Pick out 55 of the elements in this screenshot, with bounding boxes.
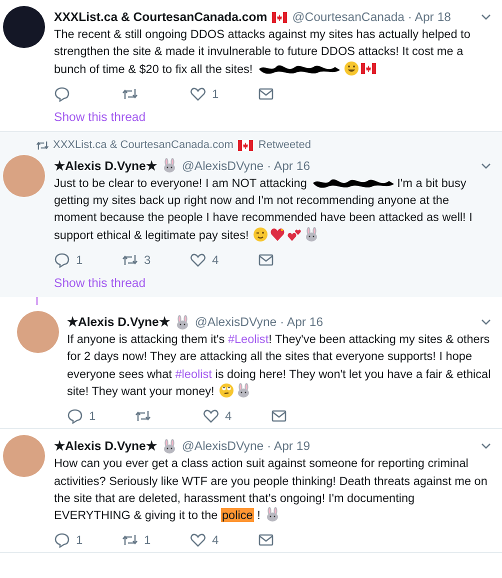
show-thread-link[interactable]: Show this thread [54, 276, 146, 290]
tweet-text: If anyone is attacking them it's #Leolist! They've been attacking my sites & others for 2 days now! They are attacking all the sites that everyone supports! I hope everyone sees what #leolist is doing here! They won't let you have a fair & ethical site! They want your money! [67, 331, 492, 400]
eye-roll-face-icon [218, 382, 234, 398]
handle-and-date: @AlexisDVyne · Apr 16 [182, 158, 310, 174]
reply-button[interactable]: 1 [54, 252, 122, 268]
hashtag-link[interactable]: #Leolist [228, 332, 269, 346]
like-button[interactable]: 4 [190, 532, 258, 548]
rabbit-icon [162, 438, 177, 454]
reply-button[interactable]: 1 [54, 532, 122, 548]
like-button[interactable]: 4 [203, 408, 271, 424]
display-name[interactable]: ★Alexis D.Vyne★ [54, 438, 157, 454]
tweet-text: How can you ever get a class action suit against someone for reporting criminal activities? Seriously like WTF are you people thinking! Death threats against me on the site that are deleted, harassment that's ongoing! I'm documenting EVERYTHING & giving it to the police ! [54, 455, 488, 524]
two-hearts-icon [287, 226, 302, 242]
heart-icon [203, 408, 219, 424]
reply-icon [67, 408, 83, 424]
show-thread-link[interactable]: Show this thread [54, 110, 146, 124]
tweet-text: Just to be clear to everyone! I am NOT attacking I'm a bit busy getting my sites back up right now and I'm not recommending anyone at the moment because the people I have recommended have been attacked as well! I support ethical & legitimate pay sites! [54, 174, 474, 244]
rabbit-icon [162, 158, 177, 174]
flag-icon [360, 60, 376, 76]
retweet-icon [36, 138, 49, 152]
handle-and-date: @AlexisDVyne · Apr 16 [194, 314, 324, 330]
heart-icon [270, 226, 286, 242]
avatar[interactable] [3, 6, 45, 48]
reply-icon [54, 252, 70, 268]
handle-and-date: @AlexisDVyne · Apr 19 [182, 438, 310, 454]
reply-icon [54, 532, 70, 548]
heart-icon [190, 532, 206, 548]
envelope-icon [258, 252, 274, 268]
flag-icon [272, 10, 288, 24]
tweet-text: The recent & still ongoing DDOS attacks against my sites has actually helped to strengthen the site & made it invulnerable to future DDOS attacks! It cost me a bunch of time & $20 to fix all the sites! [54, 26, 472, 78]
envelope-icon [258, 86, 274, 102]
reply-icon [54, 86, 70, 102]
envelope-icon [258, 532, 274, 548]
grinning-face-icon [344, 60, 359, 76]
rabbit-icon [236, 382, 251, 398]
display-name[interactable]: ★Alexis D.Vyne★ [67, 314, 170, 330]
rabbit-icon [174, 314, 190, 330]
hashtag-link[interactable]: #leolist [175, 366, 212, 381]
like-button[interactable]: 1 [190, 86, 258, 102]
display-name[interactable]: ★Alexis D.Vyne★ [54, 158, 157, 174]
display-name[interactable]: XXXList.ca & CourtesanCanada.com [54, 9, 268, 25]
heart-icon [190, 86, 206, 102]
retweet-button[interactable]: 3 [122, 252, 190, 268]
heart-icon [190, 252, 206, 268]
winking-face-icon [253, 226, 268, 242]
highlighted-word: police [220, 508, 254, 522]
rabbit-icon [264, 507, 280, 522]
rabbit-icon [304, 226, 320, 242]
like-button[interactable]: 4 [190, 252, 258, 268]
retweet-button[interactable]: 1 [122, 532, 190, 548]
handle-and-date: @CourtesanCanada · Apr 18 [292, 9, 451, 25]
retweeted-label: Retweeted [258, 139, 311, 152]
retweeter-name[interactable]: XXXList.ca & CourtesanCanada.com [53, 139, 234, 152]
reply-button[interactable]: 1 [67, 408, 135, 424]
envelope-icon [271, 408, 287, 424]
